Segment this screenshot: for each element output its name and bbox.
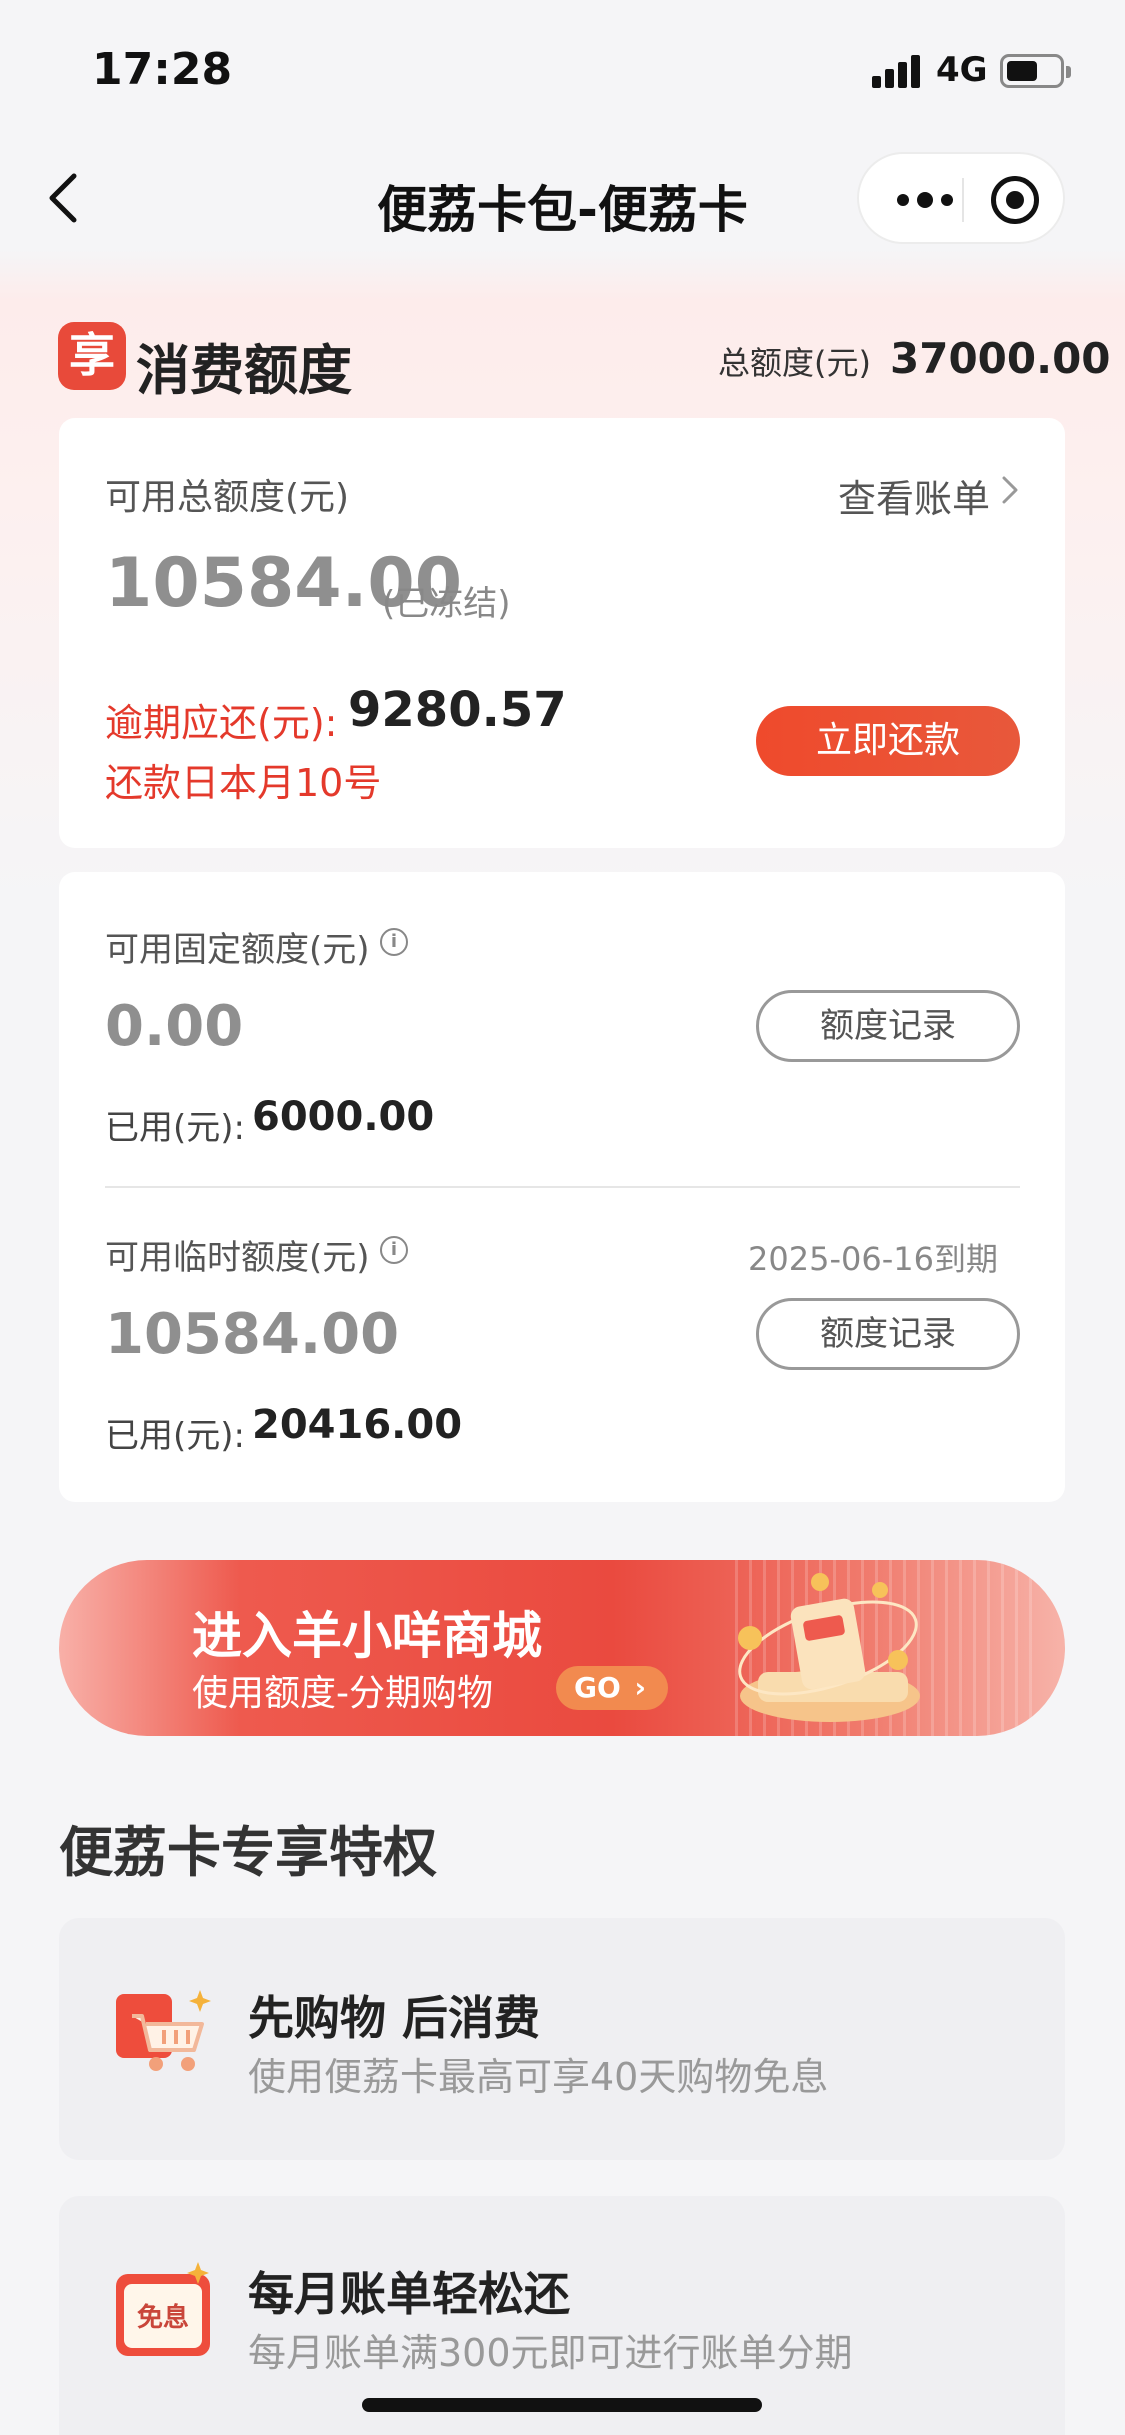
- fixed-limit-record-button[interactable]: 额度记录: [756, 990, 1020, 1062]
- chevron-right-icon[interactable]: [998, 472, 1022, 508]
- fixed-used-label: 已用(元):: [105, 1108, 245, 1148]
- privilege-title: 每月账单轻松还: [248, 2267, 570, 2321]
- info-icon[interactable]: i: [380, 1236, 408, 1264]
- go-button[interactable]: GO ›: [556, 1666, 668, 1710]
- miniapp-capsule: [857, 152, 1065, 244]
- privilege-desc: 每月账单满300元即可进行账单分期: [248, 2331, 853, 2375]
- card-divider: [105, 1186, 1020, 1188]
- temp-limit-expiry: 2025-06-16到期: [748, 1240, 998, 1278]
- repay-day-text: 还款日本月10号: [105, 761, 382, 805]
- fixed-limit-label: 可用固定额度(元): [105, 930, 370, 970]
- close-miniapp-icon[interactable]: [991, 176, 1039, 224]
- temp-limit-amount: 10584.00: [105, 1302, 400, 1367]
- info-icon[interactable]: i: [380, 928, 408, 956]
- capsule-divider: [962, 178, 964, 222]
- battery-icon: [1000, 54, 1071, 88]
- privilege-desc: 使用便荔卡最高可享40天购物免息: [248, 2055, 829, 2099]
- overdue-label: 逾期应还(元):: [105, 701, 338, 745]
- network-type: 4G: [936, 50, 988, 90]
- more-icon[interactable]: [895, 192, 955, 208]
- interest-free-icon-text: 免息: [137, 2302, 189, 2333]
- gift-card-illustration: [700, 1568, 940, 1738]
- temp-used-value: 20416.00: [252, 1402, 463, 1448]
- chevron-right-icon: ›: [634, 1671, 647, 1704]
- total-limit-label: 总额度(元): [718, 344, 871, 382]
- total-limit-value: 37000.00: [890, 334, 1111, 383]
- shopping-cart-icon: [112, 1984, 212, 2084]
- status-time: 17:28: [92, 44, 233, 95]
- fixed-limit-amount: 0.00: [105, 994, 244, 1059]
- privilege-title: 先购物 后消费: [248, 1991, 541, 2045]
- go-label: GO: [574, 1671, 621, 1704]
- available-total-label: 可用总额度(元): [105, 477, 350, 518]
- banner-subtitle: 使用额度-分期购物: [192, 1673, 493, 1714]
- temp-limit-record-button[interactable]: 额度记录: [756, 1298, 1020, 1370]
- temp-limit-label: 可用临时额度(元): [105, 1238, 370, 1278]
- view-bill-link[interactable]: 查看账单: [838, 468, 990, 523]
- enjoy-badge-icon: 享: [58, 322, 126, 390]
- home-indicator: [362, 2398, 762, 2412]
- repay-now-button[interactable]: 立即还款: [756, 706, 1020, 776]
- section-title: 消费额度: [136, 339, 352, 402]
- frozen-note: (已冻结): [382, 584, 511, 624]
- privileges-title: 便荔卡专享特权: [59, 1821, 437, 1884]
- signal-icon: [872, 54, 922, 88]
- banner-title: 进入羊小咩商城: [192, 1607, 542, 1665]
- temp-used-label: 已用(元):: [105, 1416, 245, 1456]
- interest-free-icon: 免息: [112, 2262, 212, 2362]
- fixed-used-value: 6000.00: [252, 1094, 435, 1140]
- overdue-value: 9280.57: [348, 682, 567, 738]
